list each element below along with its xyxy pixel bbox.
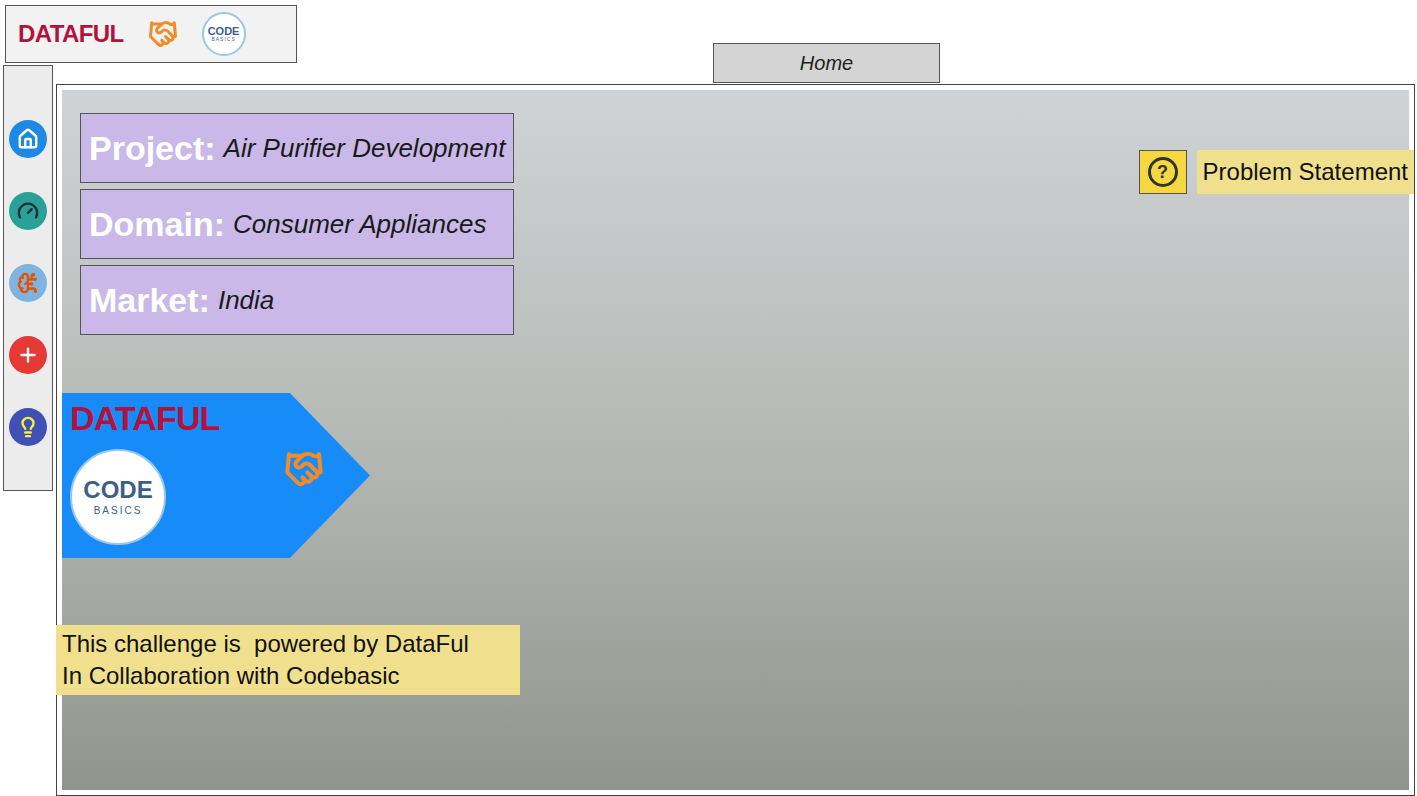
dataful-logo: DATAFUL [18, 22, 124, 46]
home-icon[interactable] [9, 120, 47, 158]
health-icon[interactable] [9, 336, 47, 374]
main-panel: Project:Air Purifier DevelopmentDomain:C… [56, 84, 1415, 796]
tab-strip: Home [713, 43, 940, 83]
info-field: Domain:Consumer Appliances [80, 189, 514, 259]
tab[interactable]: Home [713, 43, 940, 83]
codebasics-logo: CODEBASICS [70, 449, 166, 545]
sidebar [3, 65, 53, 491]
info-field: Project:Air Purifier Development [80, 113, 514, 183]
app: DATAFUL CODEBASICS Home Project:Air Purifie… [0, 0, 1417, 796]
info-fields: Project:Air Purifier DevelopmentDomain:C… [80, 113, 514, 335]
logo-box: DATAFUL CODEBASICS [5, 5, 297, 63]
caption: This challenge is powered by DataFulIn C… [56, 625, 520, 695]
codebasics-logo: CODEBASICS [202, 12, 246, 56]
body: Project:Air Purifier DevelopmentDomain:C… [0, 84, 1417, 796]
info-field: Market:India [80, 265, 514, 335]
dataful-logo: DATAFUL [70, 401, 370, 435]
problem-statement[interactable]: ?Problem Statement [1139, 150, 1414, 194]
idea-icon[interactable] [9, 408, 47, 446]
banner: DATAFUL CODEBASICS [62, 393, 370, 558]
top-bar: DATAFUL CODEBASICS Home [0, 0, 1417, 84]
gauge-icon[interactable] [9, 192, 47, 230]
help-icon[interactable]: ? [1139, 150, 1187, 194]
handshake-icon [284, 449, 324, 489]
city-photo: Project:Air Purifier DevelopmentDomain:C… [62, 90, 1409, 790]
handshake-icon [148, 19, 178, 49]
brain-icon[interactable] [9, 264, 47, 302]
